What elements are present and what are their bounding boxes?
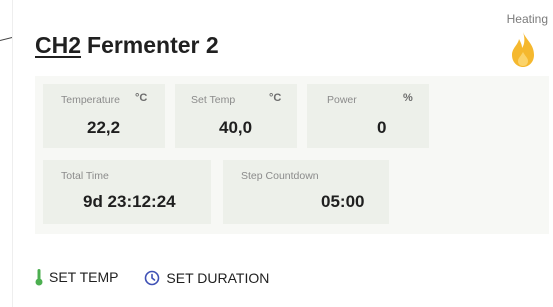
power-value: 0 xyxy=(377,118,387,137)
heating-status: Heating xyxy=(506,12,548,26)
set-temp-button[interactable]: SET TEMP xyxy=(35,268,119,286)
clock-icon xyxy=(145,270,160,286)
set-temp-value: 40,0 xyxy=(219,118,253,137)
total-time-value: 9d 23:12:24 xyxy=(83,192,176,211)
set-temp-label: Set Temp xyxy=(191,94,236,106)
power-unit: % xyxy=(403,92,413,104)
flame-icon xyxy=(512,32,534,67)
power-tile: Power % 0 xyxy=(307,84,429,148)
actions-bar: SET TEMP SET DURATION xyxy=(35,268,291,289)
total-time-tile: Total Time 9d 23:12:24 xyxy=(43,160,211,224)
set-temp-unit: °C xyxy=(269,92,282,104)
temperature-tile: Temperature °C 22,2 xyxy=(43,84,165,148)
thermometer-icon xyxy=(35,269,43,286)
fermenter-card: Heating CH2 Fermenter 2 Temperature °C 22… xyxy=(12,0,553,307)
page-title: CH2 Fermenter 2 xyxy=(35,32,219,59)
total-time-label: Total Time xyxy=(61,170,109,182)
readings-panel: Temperature °C 22,2 Set Temp °C 40,0 Pow… xyxy=(35,76,549,234)
step-countdown-value: 05:00 xyxy=(321,192,365,211)
temperature-value: 22,2 xyxy=(87,118,121,137)
temperature-label: Temperature xyxy=(61,94,120,106)
set-duration-button-label: SET DURATION xyxy=(166,270,270,286)
channel-link[interactable]: CH2 xyxy=(35,32,81,58)
step-countdown-tile: Step Countdown 05:00 xyxy=(223,160,389,224)
fermenter-name: Fermenter 2 xyxy=(87,32,219,58)
power-label: Power xyxy=(327,94,357,106)
temperature-unit: °C xyxy=(135,92,148,104)
set-duration-button[interactable]: SET DURATION xyxy=(144,270,269,286)
set-temp-tile: Set Temp °C 40,0 xyxy=(175,84,297,148)
set-temp-button-label: SET TEMP xyxy=(49,269,119,285)
step-countdown-label: Step Countdown xyxy=(241,170,319,182)
